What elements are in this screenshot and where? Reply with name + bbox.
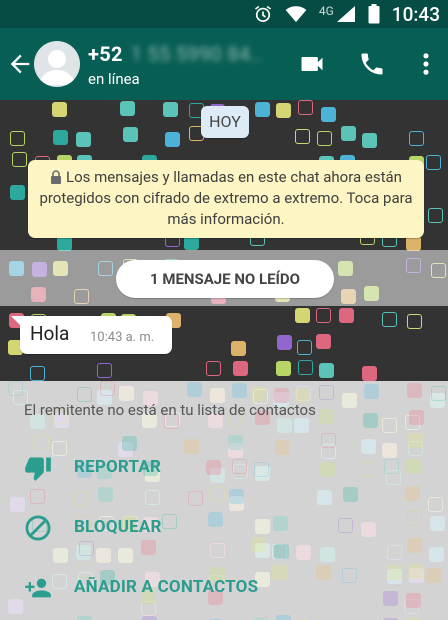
report-label: REPORTAR [74, 457, 162, 477]
video-call-icon[interactable] [298, 50, 326, 78]
wallpaper-tile [187, 382, 202, 397]
wallpaper-tile [382, 312, 397, 327]
wallpaper-tile [232, 383, 247, 398]
wallpaper-tile [77, 616, 92, 620]
add-to-contacts-label: AÑADIR A CONTACTOS [74, 577, 259, 597]
report-button[interactable]: REPORTAR [0, 443, 448, 493]
encryption-notice[interactable]: Los mensajes y llamadas en este chat aho… [28, 160, 424, 238]
incoming-message-bubble[interactable]: Hola 10:43 a. m. [11, 316, 172, 354]
wallpaper-tile [406, 236, 421, 251]
wallpaper-tile [341, 126, 356, 141]
wallpaper-tile [255, 102, 270, 117]
wallpaper-tile [30, 366, 45, 381]
block-icon [25, 515, 51, 541]
wallpaper-tile [426, 155, 441, 170]
wallpaper-tile [233, 361, 248, 376]
wallpaper-tile [231, 341, 246, 356]
unread-count-label: 1 MENSAJE NO LEÍDO [116, 260, 334, 298]
wallpaper-tile [120, 101, 135, 116]
wallpaper-tile [276, 615, 291, 620]
unknown-sender-panel: El remitente no está en tu lista de cont… [0, 381, 448, 620]
wallpaper-tile [364, 384, 379, 399]
wallpaper-tile [407, 383, 422, 398]
wallpaper-tile [123, 127, 138, 142]
wallpaper-tile [165, 132, 180, 147]
wallpaper-tile [431, 386, 446, 401]
wallpaper-tile [319, 385, 334, 400]
contact-status: en línea [88, 70, 140, 88]
battery-icon [368, 4, 380, 24]
alarm-icon [254, 5, 271, 22]
encryption-notice-text: Los mensajes y llamadas en este chat aho… [39, 168, 413, 228]
wallpaper-tile [52, 102, 67, 117]
wifi-icon [285, 6, 307, 23]
wallpaper-tile [12, 152, 27, 167]
network-type-label: 4G [318, 4, 334, 18]
wallpaper-tile [319, 363, 334, 378]
date-chip: HOY [201, 106, 249, 138]
thumbs-down-icon [25, 457, 51, 481]
wallpaper-tile [321, 107, 336, 122]
wallpaper-tile [276, 361, 291, 376]
status-clock: 10:43 [391, 2, 440, 26]
back-arrow-icon[interactable] [6, 50, 34, 78]
wallpaper-tile [100, 381, 115, 396]
add-to-contacts-button[interactable]: AÑADIR A CONTACTOS [0, 563, 448, 613]
lock-icon [51, 170, 62, 184]
more-options-icon[interactable] [412, 50, 440, 78]
add-contact-icon [25, 578, 51, 598]
wallpaper-tile [77, 387, 92, 402]
unknown-sender-notice: El remitente no está en tu lista de cont… [24, 401, 316, 419]
wallpaper-tile [362, 366, 377, 381]
chat-header: +52 1 55 5990 84.. en línea [0, 28, 448, 100]
wallpaper-tile [277, 335, 292, 350]
wallpaper-tile [10, 131, 25, 146]
status-bar: 4G 10:43 [0, 0, 448, 28]
wallpaper-tile [319, 409, 334, 424]
wallpaper-tile [316, 308, 331, 323]
unread-divider: 1 MENSAJE NO LEÍDO [0, 250, 448, 306]
wallpaper-tile [163, 102, 178, 117]
contact-phone-prefix: +52 [88, 42, 123, 66]
voice-call-icon[interactable] [358, 50, 386, 78]
default-avatar-icon [39, 50, 75, 85]
wallpaper-tile [8, 381, 23, 396]
wallpaper-tile [362, 133, 377, 148]
wallpaper-tile [251, 387, 266, 402]
wallpaper-tile [295, 129, 310, 144]
wallpaper-tile [298, 100, 313, 115]
message-time: 10:43 a. m. [90, 330, 155, 345]
wallpaper-tile [409, 410, 424, 425]
cell-signal-icon [336, 6, 355, 22]
wallpaper-tile [409, 131, 424, 146]
wallpaper-tile [142, 616, 157, 620]
wallpaper-tile [295, 308, 310, 323]
wallpaper-tile [407, 314, 422, 329]
avatar[interactable] [34, 41, 80, 87]
wallpaper-tile [10, 185, 25, 200]
contact-name[interactable]: +52 1 55 5990 84.. [88, 42, 262, 66]
wallpaper-tile [428, 208, 443, 223]
wallpaper-tile [297, 340, 312, 355]
wallpaper-tile [339, 308, 354, 323]
block-button[interactable]: BLOQUEAR [0, 503, 448, 553]
wallpaper-tile [363, 413, 378, 428]
wallpaper-tile [298, 360, 313, 375]
wallpaper-tile [57, 236, 72, 251]
contact-phone-rest: 1 55 5990 84.. [130, 42, 262, 66]
wallpaper-tile [97, 363, 112, 378]
block-label: BLOQUEAR [74, 517, 162, 537]
wallpaper-tile [317, 131, 332, 146]
wallpaper-tile [316, 334, 331, 349]
wallpaper-tile [276, 103, 291, 118]
message-text: Hola [30, 322, 70, 345]
wallpaper-tile [206, 361, 221, 376]
wallpaper-tile [53, 130, 68, 145]
wallpaper-tile [76, 132, 91, 147]
